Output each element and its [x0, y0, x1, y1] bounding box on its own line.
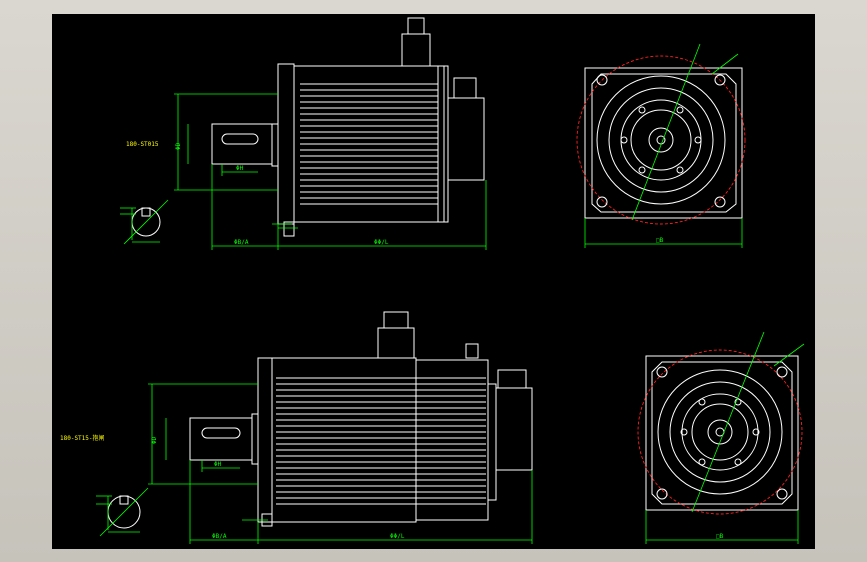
svg-text:□B: □B	[716, 533, 724, 540]
top-power-connector	[401, 33, 431, 67]
bottom-shaft-cross-section	[96, 487, 149, 537]
svg-text:ΦD: ΦD	[175, 142, 182, 150]
svg-text:□B: □B	[656, 237, 664, 244]
bottom-motor-side-view: ΦB/A ΦΦ/L ΦH ΦD 180-ST15-抱闸	[60, 311, 533, 544]
bottom-brake-connector	[465, 343, 479, 359]
bottom-shaft	[189, 417, 253, 461]
svg-text:ΦΦ/L: ΦΦ/L	[374, 239, 389, 246]
bottom-flange	[257, 357, 273, 523]
bottom-encoder-connector	[497, 369, 527, 389]
top-encoder-connector	[453, 77, 477, 99]
bottom-motor-front-view: □B	[637, 331, 805, 544]
top-shaft-key	[221, 133, 259, 145]
svg-text:ΦB/A: ΦB/A	[234, 239, 249, 246]
bottom-motor-body-front	[271, 357, 417, 523]
top-encoder-cover	[447, 97, 485, 181]
svg-text:ΦB/A: ΦB/A	[212, 533, 227, 540]
cad-drawing-canvas[interactable]: ΦB/A ΦΦ/L ΦH ΦD 180-ST015 □B ΦB/A ΦΦ/L Φ…	[52, 14, 815, 549]
top-motor-side-view: ΦB/A ΦΦ/L ΦH ΦD 180-ST015	[126, 17, 487, 250]
bottom-model-label: 180-ST15-抱闸	[60, 434, 105, 442]
bottom-encoder-cover	[495, 387, 533, 471]
svg-text:ΦD: ΦD	[151, 436, 158, 444]
cad-drawing-sheet[interactable]: ΦB/A ΦΦ/L ΦH ΦD 180-ST015 □B ΦB/A ΦΦ/L Φ…	[52, 14, 815, 549]
bottom-power-connector	[377, 327, 415, 359]
top-model-label: 180-ST015	[126, 141, 159, 148]
top-motor-fins	[300, 83, 438, 205]
top-bolt-circle	[576, 55, 746, 225]
top-flange	[277, 63, 295, 225]
svg-text:ΦH: ΦH	[214, 461, 222, 468]
bottom-motor-fins	[276, 377, 486, 505]
bottom-shaft-key	[201, 427, 241, 439]
svg-text:ΦΦ/L: ΦΦ/L	[390, 533, 405, 540]
top-motor-front-view: □B	[576, 43, 746, 248]
svg-text:ΦH: ΦH	[236, 165, 244, 172]
bottom-front-flange	[645, 355, 799, 511]
top-shaft-cross-section	[120, 199, 169, 245]
